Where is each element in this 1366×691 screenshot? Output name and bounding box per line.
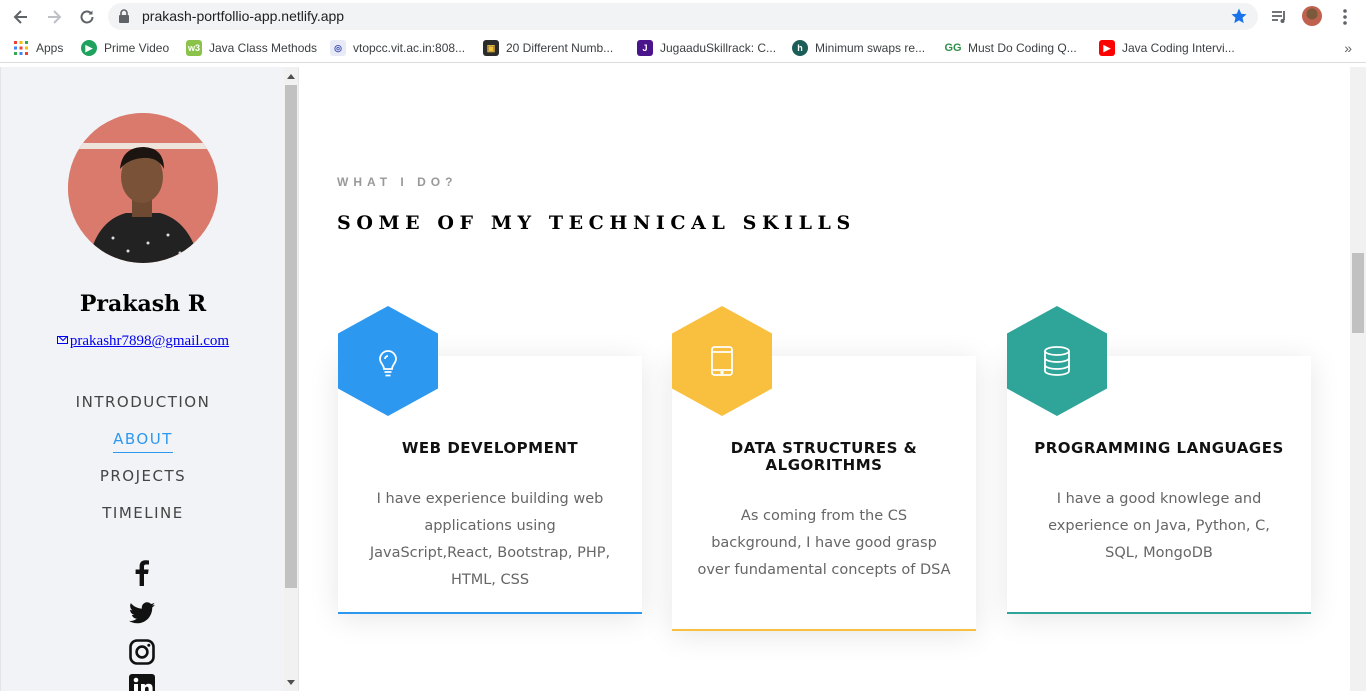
sidebar-item-about[interactable]: ABOUT xyxy=(1,428,285,465)
mail-icon xyxy=(56,336,68,344)
sidebar: Prakash R prakashr7898@gmail.com INTRODU… xyxy=(0,67,284,691)
playlist-icon xyxy=(1272,11,1285,23)
card-description: I have a good knowlege and experience on… xyxy=(1048,491,1270,561)
bookmark-prime-video[interactable]: ▶ Prime Video xyxy=(81,39,169,57)
bookmark-star-icon[interactable] xyxy=(1230,7,1248,25)
twitter-icon xyxy=(129,602,155,624)
card-hexagon xyxy=(672,306,772,416)
skillrack-icon: ▣ xyxy=(483,40,499,56)
jugaadu-icon: J xyxy=(637,40,653,56)
card-description: As coming from the CS background, I have… xyxy=(697,508,951,578)
sidebar-scroll-thumb[interactable] xyxy=(285,85,297,588)
youtube-icon: ▶ xyxy=(1099,40,1115,56)
media-button[interactable] xyxy=(1267,5,1291,29)
card-accent-bar xyxy=(338,612,642,614)
vit-icon: ◎ xyxy=(330,40,346,56)
sidebar-nav: INTRODUCTION ABOUT PROJECTS TIMELINE xyxy=(1,391,285,539)
card-title: PROGRAMMING LANGUAGES xyxy=(1034,439,1284,457)
facebook-icon xyxy=(135,560,149,586)
bookmarks-overflow-button[interactable]: » xyxy=(1344,40,1352,56)
lock-icon xyxy=(119,9,129,23)
card-accent-bar xyxy=(672,629,976,631)
reload-icon xyxy=(80,10,94,24)
linkedin-icon xyxy=(129,674,155,691)
skill-card-data-structures: DATA STRUCTURES & ALGORITHMS As coming f… xyxy=(672,306,976,631)
sidebar-scrollbar[interactable] xyxy=(284,67,299,691)
instagram-icon xyxy=(129,639,155,665)
scroll-down-arrow-icon[interactable] xyxy=(287,680,295,685)
avatar xyxy=(68,113,218,263)
menu-button[interactable] xyxy=(1333,5,1357,29)
bookmark-must-do-coding[interactable]: GG Must Do Coding Q... xyxy=(944,39,1076,57)
address-bar[interactable]: prakash-portfollio-app.netlify.app xyxy=(108,3,1258,30)
main-content: WHAT I DO? SOME OF MY TECHNICAL SKILLS W… xyxy=(299,67,1350,691)
kebab-menu-icon xyxy=(1343,9,1347,25)
card-title: WEB DEVELOPMENT xyxy=(401,439,579,457)
sidebar-item-timeline[interactable]: TIMELINE xyxy=(1,502,285,539)
w3schools-icon: w3 xyxy=(186,40,202,56)
bookmarks-bar: Apps ▶ Prime Video w3 Java Class Methods… xyxy=(0,33,1366,63)
card-hexagon xyxy=(338,306,438,416)
back-button[interactable] xyxy=(9,5,33,29)
reload-button[interactable] xyxy=(75,5,99,29)
page-scrollbar[interactable] xyxy=(1350,67,1366,691)
linkedin-link[interactable] xyxy=(128,674,156,691)
bookmark-20-different-numb[interactable]: ▣ 20 Different Numb... xyxy=(483,39,613,57)
profile-email: prakashr7898@gmail.com xyxy=(1,333,285,350)
card-hexagon xyxy=(1007,306,1107,416)
profile-avatar[interactable] xyxy=(1302,6,1322,26)
forward-button[interactable] xyxy=(42,5,66,29)
url-text: prakash-portfollio-app.netlify.app xyxy=(142,8,345,24)
sidebar-item-introduction[interactable]: INTRODUCTION xyxy=(1,391,285,428)
page-scroll-thumb[interactable] xyxy=(1352,253,1364,333)
arrow-right-icon xyxy=(48,10,62,24)
bookmark-apps[interactable]: Apps xyxy=(13,39,63,57)
card-title: DATA STRUCTURES & ALGORITHMS xyxy=(730,439,918,474)
email-link[interactable]: prakashr7898@gmail.com xyxy=(70,333,229,349)
bookmark-vtopcc[interactable]: ◎ vtopcc.vit.ac.in:808... xyxy=(330,39,465,57)
skill-card-programming-languages: PROGRAMMING LANGUAGES I have a good know… xyxy=(1007,306,1311,614)
twitter-link[interactable] xyxy=(128,599,156,627)
geeksforgeeks-icon: GG xyxy=(944,42,962,54)
sidebar-item-projects[interactable]: PROJECTS xyxy=(1,465,285,502)
skill-card-web-development: WEB DEVELOPMENT I have experience buildi… xyxy=(338,306,642,614)
instagram-link[interactable] xyxy=(128,638,156,666)
prime-video-icon: ▶ xyxy=(81,40,97,56)
bookmark-java-coding-interview[interactable]: ▶ Java Coding Intervi... xyxy=(1099,39,1235,57)
bookmark-minimum-swaps[interactable]: h Minimum swaps re... xyxy=(792,39,925,57)
scroll-up-arrow-icon[interactable] xyxy=(287,74,295,79)
card-description: I have experience building web applicati… xyxy=(369,491,611,588)
section-heading: SOME OF MY TECHNICAL SKILLS xyxy=(337,212,856,234)
section-eyebrow: WHAT I DO? xyxy=(337,175,458,189)
card-accent-bar xyxy=(1007,612,1311,614)
bookmark-java-class-methods[interactable]: w3 Java Class Methods xyxy=(186,39,317,57)
profile-name: Prakash R xyxy=(79,291,207,317)
browser-toolbar: prakash-portfollio-app.netlify.app xyxy=(0,0,1366,33)
facebook-link[interactable] xyxy=(128,559,156,587)
hackerrank-icon: h xyxy=(792,40,808,56)
apps-grid-icon xyxy=(13,40,29,56)
arrow-left-icon xyxy=(13,10,27,24)
bookmark-jugaadu-skillrack[interactable]: J JugaaduSkillrack: C... xyxy=(637,39,776,57)
